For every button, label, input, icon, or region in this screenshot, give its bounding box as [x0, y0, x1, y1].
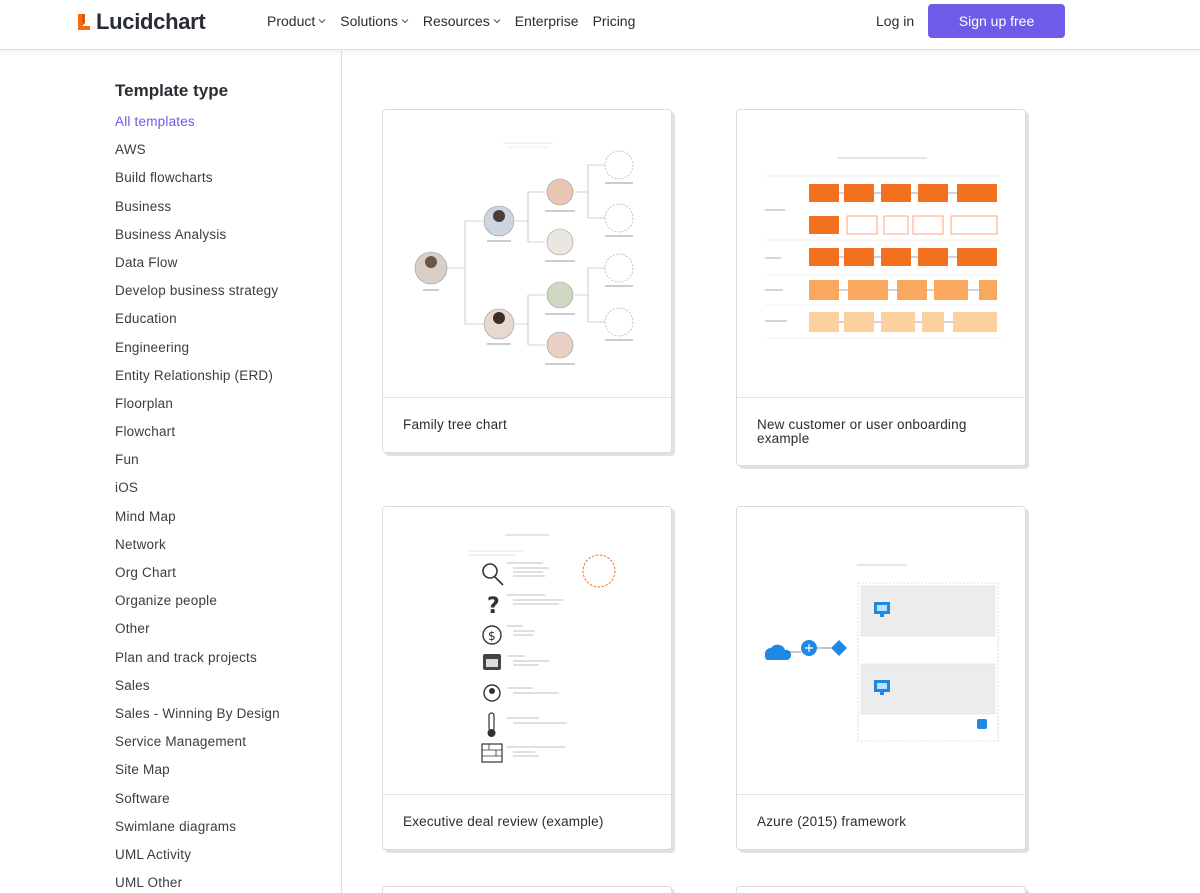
- nav-resources[interactable]: Resources: [423, 13, 501, 29]
- sidebar-title: Template type: [115, 81, 229, 100]
- sidebar-item-education[interactable]: Education: [115, 311, 280, 339]
- svg-text:?: ?: [487, 594, 500, 619]
- sidebar-item-software[interactable]: Software: [115, 791, 280, 819]
- chevron-down-icon: [493, 19, 501, 24]
- sidebar-item-data-flow[interactable]: Data Flow: [115, 255, 280, 283]
- template-card-title: Executive deal review (example): [403, 814, 604, 829]
- sidebar-item-fun[interactable]: Fun: [115, 452, 280, 480]
- signup-button[interactable]: Sign up free: [928, 4, 1065, 38]
- sidebar-item-service-management[interactable]: Service Management: [115, 734, 280, 762]
- template-card-partial[interactable]: [382, 886, 672, 893]
- sidebar-item-ios[interactable]: iOS: [115, 480, 280, 508]
- template-thumbnail: [737, 110, 1025, 398]
- sidebar-item-other[interactable]: Other: [115, 621, 280, 649]
- sidebar-item-erd[interactable]: Entity Relationship (ERD): [115, 368, 280, 396]
- template-type-sidebar: Template type All templates AWS Build fl…: [0, 51, 342, 893]
- sidebar-item-org-chart[interactable]: Org Chart: [115, 565, 280, 593]
- template-card-title: New customer or user onboarding example: [757, 417, 967, 446]
- sidebar-item-develop-business-strategy[interactable]: Develop business strategy: [115, 283, 280, 311]
- sidebar-item-business[interactable]: Business: [115, 199, 280, 227]
- template-card-partial[interactable]: [736, 886, 1026, 893]
- sidebar-item-mind-map[interactable]: Mind Map: [115, 509, 280, 537]
- sidebar-item-organize-people[interactable]: Organize people: [115, 593, 280, 621]
- nav-pricing[interactable]: Pricing: [593, 13, 636, 29]
- sidebar-item-all-templates[interactable]: All templates: [115, 114, 280, 142]
- sidebar-item-uml-activity[interactable]: UML Activity: [115, 847, 280, 875]
- sidebar-item-site-map[interactable]: Site Map: [115, 762, 280, 790]
- template-card-family-tree[interactable]: Family tree chart: [382, 109, 672, 453]
- template-card-title: Family tree chart: [403, 417, 507, 432]
- sidebar-item-flowchart[interactable]: Flowchart: [115, 424, 280, 452]
- sidebar-item-plan-and-track-projects[interactable]: Plan and track projects: [115, 650, 280, 678]
- lucidchart-logo[interactable]: Lucidchart: [76, 9, 206, 34]
- sidebar-item-engineering[interactable]: Engineering: [115, 340, 280, 368]
- template-card-customer-onboarding[interactable]: New customer or user onboarding example: [736, 109, 1026, 466]
- nav-product[interactable]: Product: [267, 13, 326, 29]
- template-card-title: Azure (2015) framework: [757, 814, 907, 829]
- sidebar-item-floorplan[interactable]: Floorplan: [115, 396, 280, 424]
- sidebar-item-uml-other[interactable]: UML Other: [115, 875, 280, 893]
- template-card-executive-deal-review[interactable]: ? $ Executive deal review (example): [382, 506, 672, 850]
- template-type-list: All templates AWS Build flowcharts Busin…: [115, 114, 280, 893]
- onboarding-flow-preview: [765, 157, 1001, 339]
- lucidchart-logo-icon: [78, 14, 90, 30]
- sidebar-item-aws[interactable]: AWS: [115, 142, 280, 170]
- chevron-down-icon: [401, 19, 409, 24]
- top-header: Lucidchart Product Solutions Resources E…: [0, 0, 1200, 50]
- template-thumbnail: [383, 110, 671, 398]
- logo-text: Lucidchart: [96, 9, 206, 34]
- sidebar-item-business-analysis[interactable]: Business Analysis: [115, 227, 280, 255]
- svg-text:$: $: [488, 629, 496, 643]
- nav-enterprise[interactable]: Enterprise: [515, 13, 579, 29]
- sidebar-item-sales-winning-by-design[interactable]: Sales - Winning By Design: [115, 706, 280, 734]
- template-thumbnail: ? $: [383, 507, 671, 795]
- family-tree-preview: [414, 142, 634, 365]
- sidebar-item-swimlane-diagrams[interactable]: Swimlane diagrams: [115, 819, 280, 847]
- sidebar-item-network[interactable]: Network: [115, 537, 280, 565]
- deal-review-preview: ? $: [469, 534, 616, 763]
- template-card-azure-framework[interactable]: Azure (2015) framework: [736, 506, 1026, 850]
- template-thumbnail: [737, 507, 1025, 795]
- chevron-down-icon: [318, 19, 326, 24]
- main-nav: Product Solutions Resources Enterprise P…: [267, 13, 635, 29]
- sidebar-item-build-flowcharts[interactable]: Build flowcharts: [115, 170, 280, 198]
- azure-framework-preview: [764, 564, 999, 742]
- sidebar-item-sales[interactable]: Sales: [115, 678, 280, 706]
- nav-solutions[interactable]: Solutions: [340, 13, 409, 29]
- login-link[interactable]: Log in: [876, 13, 914, 29]
